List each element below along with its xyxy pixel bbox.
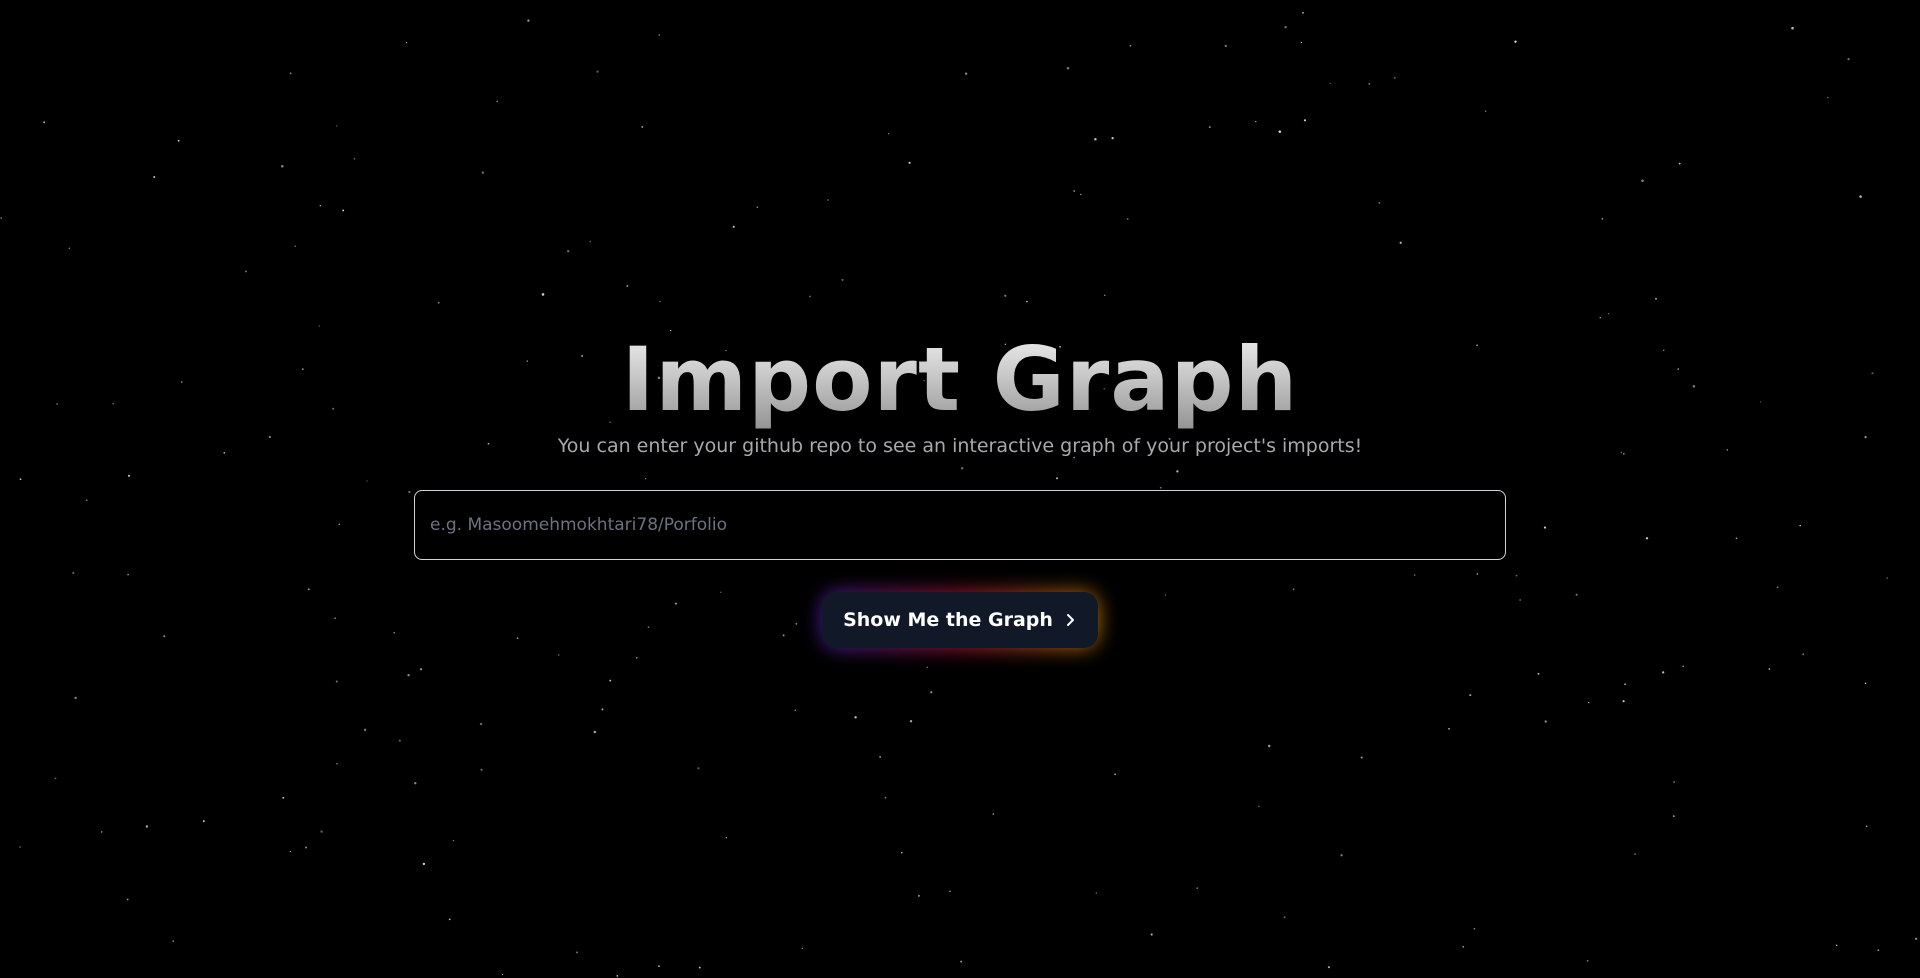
page-title: Import Graph [0,325,1920,435]
show-graph-button[interactable]: Show Me the Graph [822,592,1098,648]
hero-section: Import Graph You can enter your github r… [0,0,1920,978]
repo-input[interactable] [414,490,1506,560]
page-subtitle: You can enter your github repo to see an… [557,435,1363,457]
page: Import Graph You can enter your github r… [0,0,1920,978]
show-graph-button-label: Show Me the Graph [843,609,1053,631]
chevron-right-icon [1066,614,1074,626]
